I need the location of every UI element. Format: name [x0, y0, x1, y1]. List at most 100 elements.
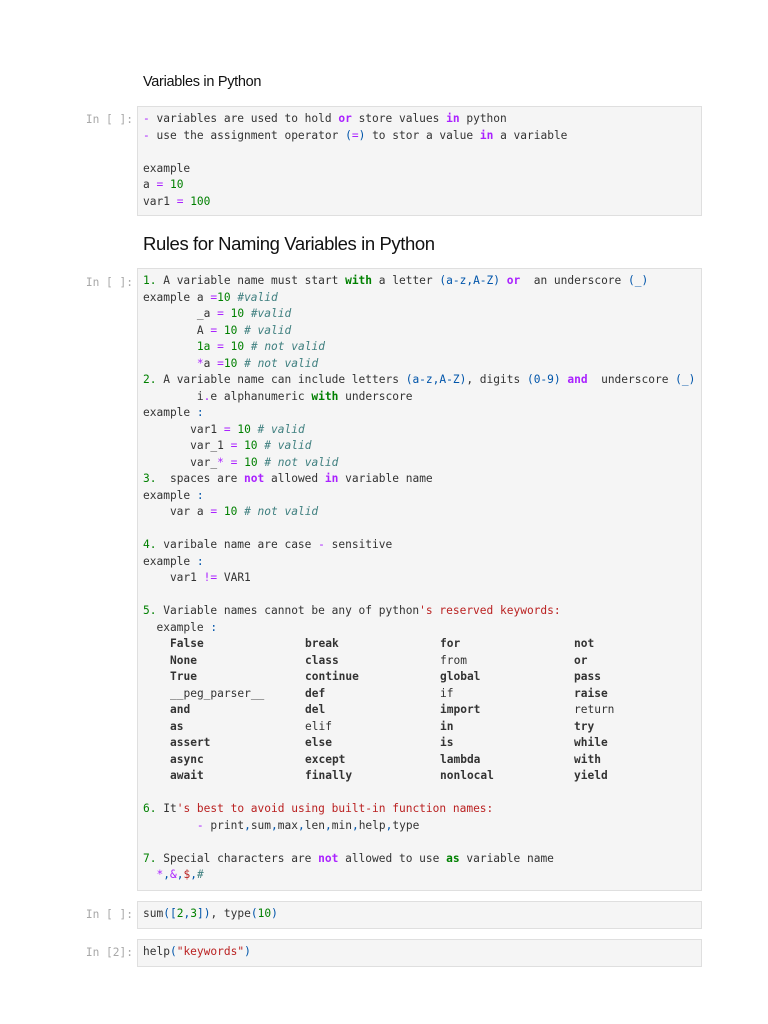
code-token: #valid [230, 290, 278, 304]
code-line: var a = 10 # not valid [143, 504, 696, 521]
code-line: example : [143, 405, 696, 422]
code-token: Variable names cannot be any of python [156, 604, 420, 617]
code-token: a [143, 178, 157, 191]
code-token: * [196, 356, 204, 370]
code-token: ( [169, 945, 177, 958]
keyword-item: with [574, 752, 601, 766]
keyword-item: def [305, 686, 326, 700]
code-token: # not valid [237, 505, 319, 518]
code-token: 10 [244, 455, 258, 469]
keyword-item: __peg_parser__ [170, 686, 265, 700]
code-token: : [196, 488, 204, 502]
code-token: a variable [493, 128, 568, 142]
keyword-item: raise [574, 686, 608, 700]
code-token: , digits [466, 373, 527, 386]
code-token: 10 [223, 356, 238, 370]
code-token: - [143, 128, 150, 142]
code-token: example [143, 406, 197, 419]
code-token: spaces are [156, 472, 245, 485]
code-line: 1a = 10 # not valid [143, 339, 696, 356]
code-line: example : [143, 620, 696, 637]
code-token: , [298, 818, 305, 832]
code-token: 100 [190, 194, 211, 208]
code-token: ) [271, 907, 278, 920]
keyword-item: import [440, 703, 481, 716]
code-token: , [163, 868, 170, 881]
keyword-item: else [305, 736, 332, 749]
keyword-item: if [440, 686, 454, 700]
code-token: sum [143, 907, 164, 920]
code-token: # valid [250, 422, 305, 436]
code-token: - [196, 818, 204, 832]
code-token: not [244, 472, 265, 485]
code-cell-variables-intro[interactable]: - variables are used to hold or store va… [137, 106, 702, 216]
code-token: 10 [169, 178, 184, 191]
code-token: var1 [143, 422, 224, 436]
code-token: 10 [230, 340, 245, 353]
code-line: help("keywords") [143, 944, 696, 961]
code-token: 10 [217, 290, 231, 304]
code-token: 's reserved keywords: [419, 604, 561, 617]
code-line: example a =10 #valid [143, 290, 696, 307]
code-token: A [143, 323, 211, 337]
code-line: 6. It's best to avoid using built-in fun… [143, 801, 696, 818]
code-line: *a =10 # not valid [143, 356, 696, 373]
code-token: variable name [338, 472, 433, 485]
code-token: help [143, 945, 170, 958]
code-token: len [304, 818, 325, 832]
code-token: or [506, 274, 521, 287]
input-prompt: In [ ]: [85, 276, 133, 289]
code-line: A = 10 # valid [143, 323, 696, 340]
code-token: A variable name can include letters [156, 373, 406, 386]
code-token: 7. [143, 851, 157, 865]
keyword-item: and [170, 703, 191, 716]
code-token: : [196, 554, 204, 568]
code-token: (_) [628, 274, 649, 287]
code-token: = [217, 307, 224, 320]
code-line: - print,sum,max,len,min,help,type [143, 818, 696, 835]
code-token: ]) [196, 907, 211, 920]
keyword-item: return [574, 703, 615, 716]
markdown-heading-naming-rules: Rules for Naming Variables in Python [143, 233, 435, 254]
code-token: use the assignment operator [149, 128, 346, 142]
code-token: 10 [223, 323, 238, 337]
code-token: type [392, 818, 420, 832]
code-token: python [459, 112, 507, 125]
code-token: = [351, 128, 359, 142]
code-token: _a [143, 307, 218, 320]
code-token: variables are used to hold [149, 112, 339, 125]
code-token: 2. [143, 373, 157, 386]
keyword-item: lambda [440, 752, 481, 766]
code-token: # not valid [244, 340, 325, 353]
code-token: 4. [143, 538, 157, 551]
code-token: , [324, 818, 332, 832]
code-cell-help-keywords[interactable]: help("keywords") [137, 939, 702, 967]
code-line: 3. spaces are not allowed in variable na… [143, 471, 696, 488]
code-token: with [345, 274, 373, 287]
code-token: example a [143, 290, 211, 304]
code-line: - use the assignment operator (=) to sto… [143, 128, 696, 145]
keyword-item: not [574, 637, 595, 650]
code-token: store values [351, 112, 447, 125]
keyword-item: True [170, 670, 197, 683]
code-cell-naming-rules[interactable]: 1. A variable name must start with a let… [137, 268, 702, 891]
code-token: (a-z,A-Z) [405, 373, 467, 386]
keyword-item: elif [305, 719, 332, 733]
code-token: example [143, 554, 197, 568]
code-token: : [196, 406, 204, 419]
code-token: i [143, 389, 204, 403]
code-token: : [210, 620, 218, 634]
code-token: 5. [143, 604, 157, 617]
code-token: It [156, 802, 177, 815]
code-cell-sum-type[interactable]: sum([2,3]), type(10) [137, 901, 702, 929]
